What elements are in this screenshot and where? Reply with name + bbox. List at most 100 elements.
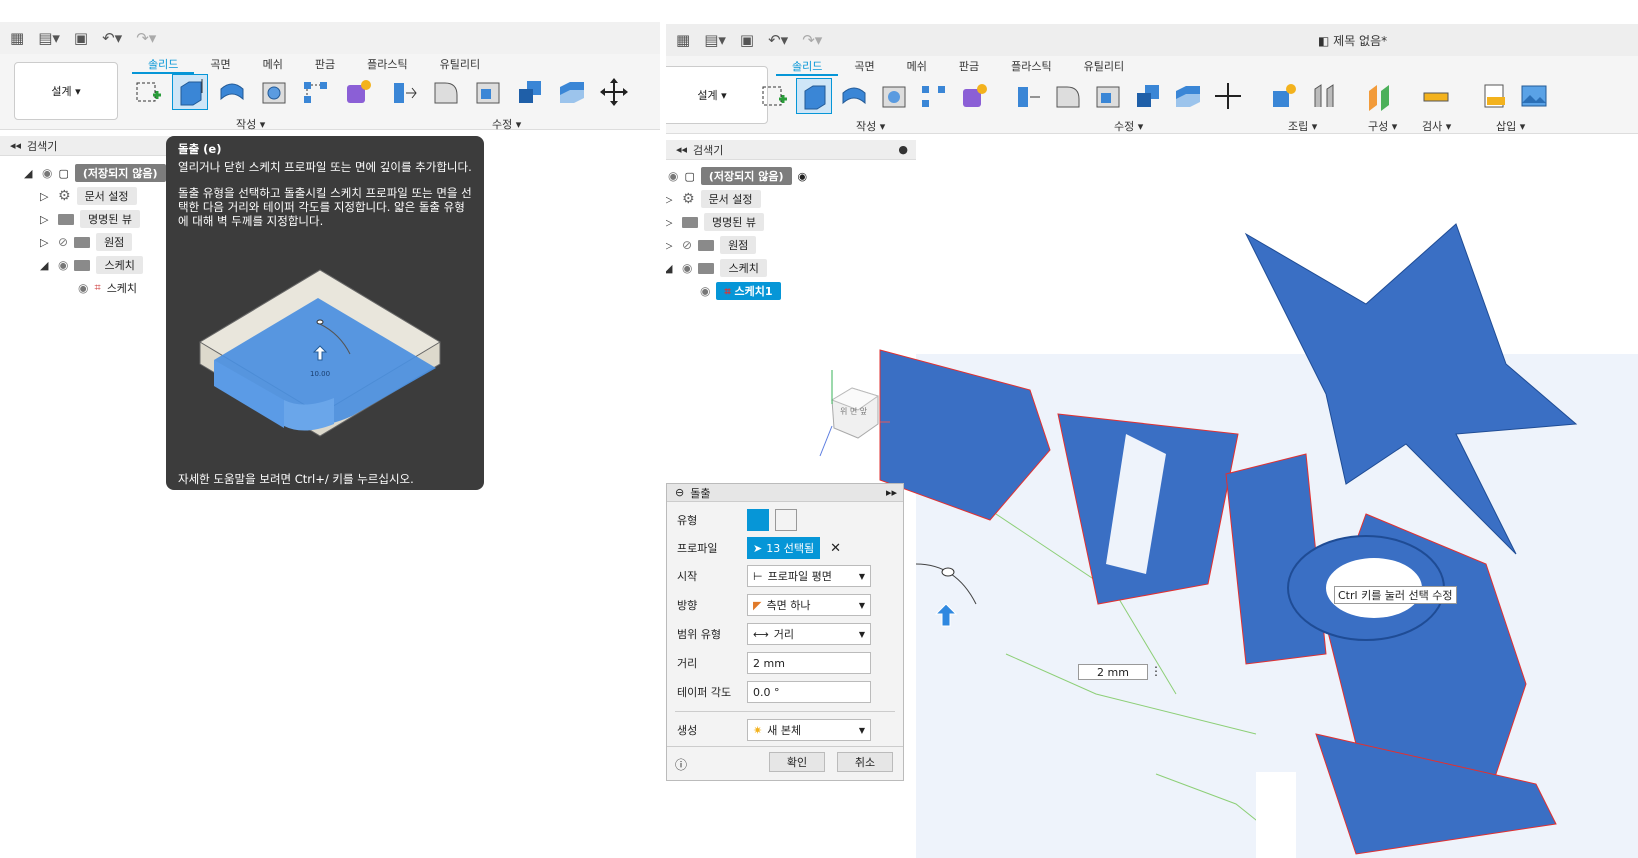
- save-icon[interactable]: ▣: [740, 31, 754, 49]
- construct-group-label[interactable]: 구성 ▾: [1368, 118, 1397, 134]
- hole-icon[interactable]: [876, 78, 912, 114]
- form-icon[interactable]: [340, 74, 376, 110]
- tab-utilities[interactable]: 유틸리티: [1068, 58, 1140, 76]
- tab-solid[interactable]: 솔리드: [776, 58, 839, 76]
- collapse-dialog-icon[interactable]: ⊖: [675, 486, 684, 499]
- pattern-icon[interactable]: [298, 74, 334, 110]
- operation-select[interactable]: ✷ 새 본체 ▼: [747, 719, 871, 741]
- expanded-triangle-icon[interactable]: ◢: [24, 167, 36, 180]
- expanded-triangle-icon[interactable]: ◢: [40, 259, 52, 272]
- browser-pin-icon[interactable]: ●: [898, 143, 908, 156]
- collapsed-triangle-icon[interactable]: ▷: [666, 193, 676, 206]
- press-pull-icon[interactable]: [1010, 78, 1046, 114]
- browser-root[interactable]: ◢ ◉ ▢ (저장되지 않음) ◉: [666, 166, 807, 186]
- browser-root[interactable]: ◢ ◉ ▢ (저장되지 않음): [24, 163, 166, 183]
- browser-item-origin[interactable]: ▷ ⊘ 원점: [40, 232, 133, 252]
- browser-item-document-settings[interactable]: ▷ ⚙ 문서 설정: [40, 186, 137, 206]
- create-group-label[interactable]: 작성 ▾: [236, 116, 265, 132]
- offset-plane-icon[interactable]: [1362, 78, 1398, 114]
- extrude-icon[interactable]: [796, 78, 832, 114]
- extent-select[interactable]: ⟷ 거리 ▼: [747, 623, 871, 645]
- measure-icon[interactable]: [1418, 78, 1454, 114]
- hole-icon[interactable]: [256, 74, 292, 110]
- combine-icon[interactable]: [512, 74, 548, 110]
- taper-angle-field[interactable]: 0.0 °: [747, 681, 871, 703]
- tab-mesh[interactable]: 메쉬: [891, 58, 943, 76]
- profile-selection-button[interactable]: ➤ 13 선택됨: [747, 537, 821, 559]
- eye-icon[interactable]: ◉: [700, 284, 710, 298]
- collapsed-triangle-icon[interactable]: ▷: [40, 236, 52, 249]
- redo-icon[interactable]: ↷▾: [136, 29, 156, 47]
- cancel-button[interactable]: 취소: [837, 752, 893, 772]
- create-group-label[interactable]: 작성 ▾: [856, 118, 885, 134]
- tab-utilities[interactable]: 유틸리티: [424, 56, 496, 74]
- redo-icon[interactable]: ↷▾: [802, 31, 822, 49]
- info-icon[interactable]: ⓘ: [675, 756, 687, 773]
- save-icon[interactable]: ▣: [74, 29, 88, 47]
- canvas-image-icon[interactable]: [1516, 78, 1552, 114]
- undo-icon[interactable]: ↶▾: [768, 31, 788, 49]
- browser-item-named-views[interactable]: ▷ 명명된 뷰: [40, 209, 140, 229]
- clear-selection-icon[interactable]: ✕: [830, 541, 841, 556]
- browser-item-origin[interactable]: ▷ ⊘ 원점: [666, 235, 757, 255]
- tab-plastic[interactable]: 플라스틱: [995, 58, 1067, 76]
- tab-surface[interactable]: 곡면: [838, 58, 890, 76]
- form-icon[interactable]: [956, 78, 992, 114]
- shell-icon[interactable]: [470, 74, 506, 110]
- browser-item-sketch1[interactable]: ◉ ⌗ 스케치1: [700, 281, 781, 301]
- ok-button[interactable]: 확인: [769, 752, 825, 772]
- browser-item-named-views[interactable]: ▷ 명명된 뷰: [666, 212, 764, 232]
- move-icon[interactable]: [1210, 78, 1246, 114]
- modify-group-label[interactable]: 수정 ▾: [1114, 118, 1143, 134]
- collapsed-triangle-icon[interactable]: ▷: [666, 216, 676, 229]
- distance-input[interactable]: 2 mm: [1078, 664, 1148, 680]
- eye-icon[interactable]: ◉: [78, 281, 88, 295]
- expanded-triangle-icon[interactable]: ◢: [666, 262, 676, 275]
- collapsed-triangle-icon[interactable]: ▷: [40, 213, 52, 226]
- activate-radio-icon[interactable]: ◉: [798, 170, 808, 183]
- offset-face-icon[interactable]: [1170, 78, 1206, 114]
- tab-sheetmetal[interactable]: 판금: [943, 58, 995, 76]
- move-icon[interactable]: [596, 74, 632, 110]
- collapsed-triangle-icon[interactable]: ▷: [666, 239, 676, 252]
- apps-grid-icon[interactable]: ▦: [676, 31, 690, 49]
- assemble-group-label[interactable]: 조립 ▾: [1288, 118, 1317, 134]
- more-options-icon[interactable]: ⋮: [1150, 664, 1162, 678]
- collapse-icon[interactable]: ◂◂: [10, 139, 21, 152]
- revolve-icon[interactable]: [214, 74, 250, 110]
- browser-item-document-settings[interactable]: ▷ ⚙ 문서 설정: [666, 189, 761, 209]
- inspect-group-label[interactable]: 검사 ▾: [1422, 118, 1451, 134]
- apps-grid-icon[interactable]: ▦: [10, 29, 24, 47]
- workspace-design-button[interactable]: 설계 ▾: [14, 62, 118, 120]
- joint-icon[interactable]: [1306, 78, 1342, 114]
- workspace-design-button[interactable]: 설계 ▾: [666, 66, 768, 124]
- eye-hidden-icon[interactable]: ⊘: [58, 235, 68, 249]
- eye-icon[interactable]: ◉: [58, 258, 68, 272]
- create-sketch-icon[interactable]: [756, 78, 792, 114]
- tab-sheetmetal[interactable]: 판금: [299, 56, 351, 74]
- tab-solid[interactable]: 솔리드: [132, 56, 195, 74]
- pattern-icon[interactable]: [916, 78, 952, 114]
- undo-icon[interactable]: ↶▾: [102, 29, 122, 47]
- start-select[interactable]: ⊢ 프로파일 평면 ▼: [747, 565, 871, 587]
- offset-face-icon[interactable]: [554, 74, 590, 110]
- revolve-icon[interactable]: [836, 78, 872, 114]
- collapse-icon[interactable]: ◂◂: [676, 143, 687, 156]
- eye-icon[interactable]: ◉: [42, 166, 52, 180]
- file-icon[interactable]: ▤▾: [704, 31, 726, 49]
- create-sketch-icon[interactable]: [130, 74, 166, 110]
- type-thin-icon[interactable]: [775, 509, 797, 531]
- tab-mesh[interactable]: 메쉬: [247, 56, 299, 74]
- type-solid-icon[interactable]: [747, 509, 769, 531]
- new-component-icon[interactable]: [1266, 78, 1302, 114]
- expand-dialog-icon[interactable]: ▸▸: [886, 486, 897, 499]
- collapsed-triangle-icon[interactable]: ▷: [40, 190, 52, 203]
- viewcube[interactable]: 위 면 앞: [812, 370, 902, 460]
- extrude-icon[interactable]: [172, 74, 208, 110]
- direction-select[interactable]: ◤ 측면 하나 ▼: [747, 594, 871, 616]
- distance-field[interactable]: 2 mm: [747, 652, 871, 674]
- insert-group-label[interactable]: 삽입 ▾: [1496, 118, 1525, 134]
- browser-item-sketch[interactable]: ◉ ⌗ 스케치: [78, 278, 137, 298]
- eye-icon[interactable]: ◉: [682, 261, 692, 275]
- combine-icon[interactable]: [1130, 78, 1166, 114]
